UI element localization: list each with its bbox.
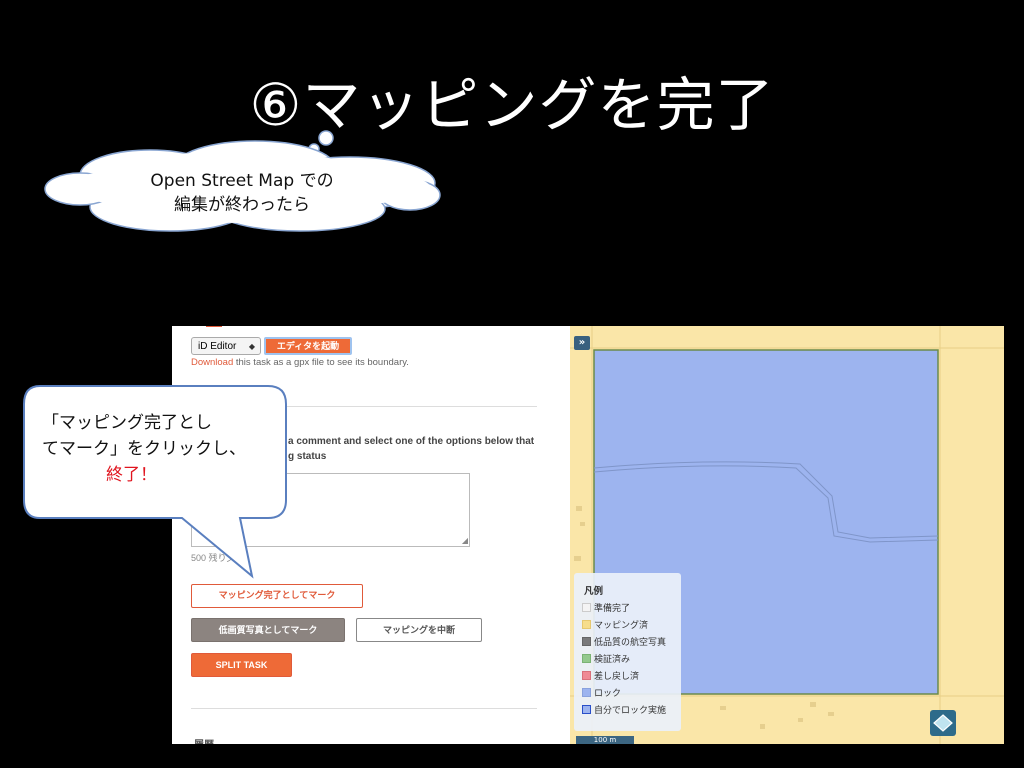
legend-swatch: [582, 620, 591, 629]
legend-item: マッピング済: [582, 618, 648, 631]
task-map[interactable]: » 凡例 準備完了マッピング済低品質の航空写真 検証済み差し戻し済ロック自分でロッ…: [570, 326, 1004, 744]
legend-label: 検証済み: [594, 655, 631, 665]
legend-label: マッピング済: [594, 621, 649, 631]
legend-item: 準備完了: [582, 601, 630, 614]
collapse-panel-button[interactable]: »: [574, 336, 590, 350]
cloud-line-1: Open Street Map での: [150, 171, 334, 191]
split-task-button[interactable]: SPLIT TASK: [191, 653, 292, 677]
legend-item: ロック: [582, 686, 621, 699]
history-heading: 履歴: [194, 736, 214, 744]
legend-label: ロック: [594, 689, 622, 699]
legend-swatch: [582, 603, 591, 612]
editor-select[interactable]: iD Editor ◆: [191, 337, 261, 355]
legend-item: 自分でロック実施: [582, 703, 666, 716]
chevron-updown-icon: ◆: [248, 342, 255, 351]
legend-item: 低品質の航空写真: [582, 635, 666, 648]
download-line: Download this task as a gpx file to see …: [191, 357, 409, 368]
legend-label: 低品質の航空写真: [594, 638, 667, 648]
scale-bar: 100 m: [576, 736, 634, 744]
stop-mapping-button[interactable]: マッピングを中断: [356, 618, 482, 642]
legend-swatch: [582, 705, 591, 714]
instructions-text: a comment and select one of the options …: [288, 434, 548, 464]
mark-mapped-button[interactable]: マッピング完了としてマーク: [191, 584, 363, 608]
instructions-line-2: g status: [288, 451, 327, 462]
bubble-line-2: てマーク」をクリックし、: [42, 439, 246, 459]
layers-icon: [933, 714, 953, 732]
bubble-line-1: 「マッピング完了とし: [42, 413, 212, 433]
bubble-line-3: 終了！: [106, 465, 157, 485]
thought-cloud: Open Street Map での 編集が終わったら: [40, 125, 450, 245]
legend-swatch: [582, 637, 591, 646]
legend-item: 検証済み: [582, 652, 630, 665]
legend-swatch: [582, 654, 591, 663]
legend-item: 差し戻し済: [582, 669, 639, 682]
legend-label: 準備完了: [594, 604, 631, 614]
download-text: this task as a gpx file to see its bound…: [233, 357, 409, 368]
speech-bubble: 「マッピング完了とし てマーク」をクリックし、 終了！: [20, 382, 300, 582]
legend-swatch: [582, 688, 591, 697]
instructions-line-1: a comment and select one of the options …: [288, 436, 535, 447]
editor-select-value: iD Editor: [198, 341, 237, 352]
layers-button[interactable]: [930, 710, 956, 736]
legend-label: 差し戻し済: [594, 672, 640, 682]
legend-label: 自分でロック実施: [594, 706, 667, 716]
cloud-line-2: 編集が終わったら: [174, 195, 310, 215]
mark-low-quality-button[interactable]: 低画質写真としてマーク: [191, 618, 345, 642]
download-link[interactable]: Download: [191, 357, 233, 368]
divider: [191, 708, 537, 709]
legend-title: 凡例: [584, 586, 604, 597]
header-accent: [206, 326, 222, 327]
resize-grip-icon[interactable]: ◢: [462, 536, 468, 545]
legend-swatch: [582, 671, 591, 680]
map-legend: 凡例 準備完了マッピング済低品質の航空写真 検証済み差し戻し済ロック自分でロック実…: [574, 573, 681, 731]
launch-editor-button[interactable]: エディタを起動: [264, 337, 352, 355]
